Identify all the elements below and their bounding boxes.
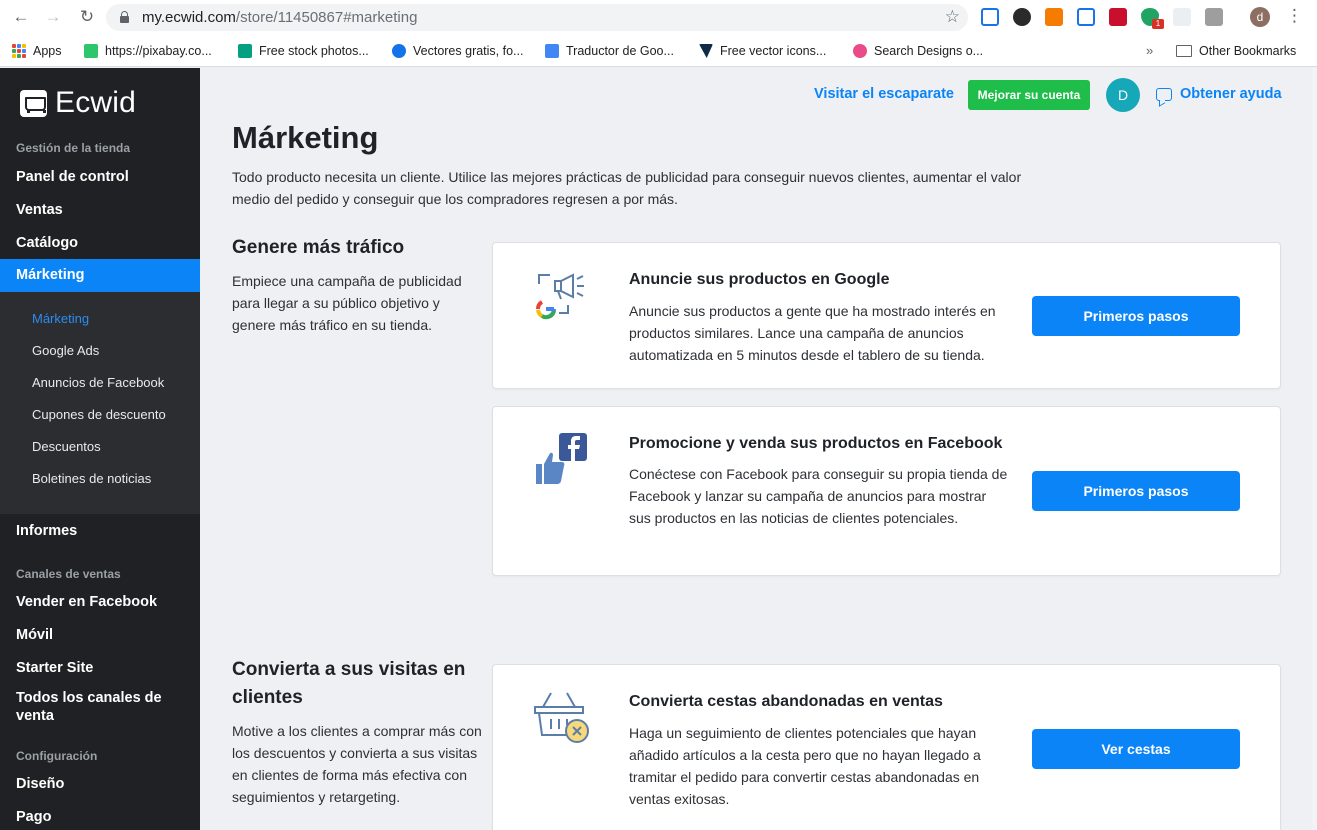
flaticon-icon: [699, 44, 713, 58]
abandoned-basket-icon: [534, 692, 589, 743]
bookmark-apps[interactable]: Apps: [12, 41, 62, 61]
get-started-google-button[interactable]: Primeros pasos: [1032, 296, 1240, 336]
submenu-item-discounts[interactable]: Descuentos: [32, 439, 101, 454]
sidebar-item-design[interactable]: Diseño: [0, 775, 200, 793]
extension-badge: 1: [1152, 19, 1164, 29]
section-description-convert: Motive a los clientes a comprar más con …: [232, 723, 482, 805]
section-title-sales-channels: Canales de ventas: [16, 567, 121, 581]
pixabay-icon: [84, 44, 98, 58]
upgrade-account-button[interactable]: Mejorar su cuenta: [968, 80, 1090, 110]
bookmark-pixabay[interactable]: https://pixabay.co...: [84, 41, 212, 61]
extension-translate-icon[interactable]: [1077, 8, 1095, 26]
sidebar-item-payment[interactable]: Pago: [0, 808, 200, 826]
card-title: Anuncie sus productos en Google: [629, 271, 890, 288]
sidebar-item-sell-on-facebook[interactable]: Vender en Facebook: [0, 593, 200, 611]
extension-s-icon[interactable]: [981, 8, 999, 26]
bookmarks-bar: Apps https://pixabay.co... Free stock ph…: [0, 35, 1317, 67]
sidebar-item-sales[interactable]: Ventas: [0, 201, 200, 219]
sidebar-item-dashboard[interactable]: Panel de control: [0, 168, 200, 186]
ecwid-logo[interactable]: Ecwid: [20, 86, 136, 120]
extension-puzzle-icon[interactable]: [1205, 8, 1223, 26]
submenu-item-newsletters[interactable]: Boletines de noticias: [32, 471, 151, 486]
browser-toolbar: ← → ↻ my.ecwid.com/store/11450867#market…: [0, 0, 1317, 35]
bookmark-star-icon[interactable]: ☆: [945, 7, 960, 27]
sidebar-item-mobile[interactable]: Móvil: [0, 626, 200, 644]
section-title-store-management: Gestión de la tienda: [16, 141, 131, 155]
sidebar: Ecwid Gestión de la tienda Panel de cont…: [0, 68, 200, 830]
page-description: Todo producto necesita un cliente. Utili…: [232, 169, 1022, 207]
bookmark-flaticon[interactable]: Free vector icons...: [699, 41, 826, 61]
sidebar-item-marketing[interactable]: Márketing: [0, 259, 200, 292]
account-avatar[interactable]: D: [1106, 78, 1140, 112]
profile-avatar[interactable]: d: [1250, 7, 1270, 27]
submenu-item-facebook-ads[interactable]: Anuncios de Facebook: [32, 375, 164, 390]
google-translate-icon: [545, 44, 559, 58]
back-arrow-icon[interactable]: ←: [10, 6, 32, 28]
submenu-item-marketing[interactable]: Márketing: [32, 311, 89, 326]
extension-k-icon[interactable]: [1013, 8, 1031, 26]
google-ads-icon: [535, 273, 584, 320]
card-google-ads: Anuncie sus productos en Google Anuncie …: [492, 242, 1281, 389]
bookmark-freepik[interactable]: Vectores gratis, fo...: [392, 41, 523, 61]
submenu-item-google-ads[interactable]: Google Ads: [32, 343, 99, 358]
section-title-convert: Convierta a sus visitas en clientes: [232, 659, 466, 708]
forward-arrow-icon[interactable]: →: [42, 6, 64, 28]
card-text: Haga un seguimiento de clientes potencia…: [629, 725, 981, 807]
bookmark-dribbble[interactable]: Search Designs o...: [853, 41, 983, 61]
get-started-facebook-button[interactable]: Primeros pasos: [1032, 471, 1240, 511]
lock-icon: [120, 11, 129, 23]
card-title: Promocione y venda sus productos en Face…: [629, 435, 1003, 452]
apps-grid-icon: [12, 44, 26, 58]
extension-mcafee-icon[interactable]: [1109, 8, 1127, 26]
chat-bubble-icon: [1156, 87, 1172, 101]
section-title-traffic: Genere más tráfico: [232, 237, 405, 258]
page-title: Márketing: [232, 120, 379, 155]
extension-grid-icon[interactable]: [1173, 8, 1191, 26]
sidebar-item-reports[interactable]: Informes: [0, 522, 200, 540]
view-carts-button[interactable]: Ver cestas: [1032, 729, 1240, 769]
extension-chart-icon[interactable]: [1045, 8, 1063, 26]
reload-icon[interactable]: ↻: [76, 6, 98, 28]
card-facebook: Promocione y venda sus productos en Face…: [492, 406, 1281, 576]
bookmark-pexels[interactable]: Free stock photos...: [238, 41, 369, 61]
freepik-icon: [392, 44, 406, 58]
card-title: Convierta cestas abandonadas en ventas: [629, 693, 943, 710]
url-text: my.ecwid.com/store/11450867#marketing: [142, 9, 418, 26]
sidebar-item-catalog[interactable]: Catálogo: [0, 234, 200, 252]
card-abandoned-carts: Convierta cestas abandonadas en ventas H…: [492, 664, 1281, 830]
card-text: Anuncie sus productos a gente que ha mos…: [629, 303, 996, 363]
facebook-like-icon: [536, 433, 587, 484]
get-help-link[interactable]: Obtener ayuda: [1156, 86, 1282, 102]
sidebar-item-starter-site[interactable]: Starter Site: [0, 659, 200, 677]
bookmark-translate[interactable]: Traductor de Goo...: [545, 41, 674, 61]
submenu-item-coupons[interactable]: Cupones de descuento: [32, 407, 166, 422]
page-scrollbar[interactable]: [1312, 68, 1317, 830]
card-text: Conéctese con Facebook para conseguir su…: [629, 466, 1008, 526]
dribbble-icon: [853, 44, 867, 58]
browser-menu-icon[interactable]: ⋮: [1286, 6, 1303, 26]
visit-storefront-link[interactable]: Visitar el escaparate: [814, 86, 954, 102]
other-bookmarks[interactable]: Other Bookmarks: [1176, 41, 1296, 61]
folder-icon: [1176, 45, 1192, 57]
section-title-settings: Configuración: [16, 749, 98, 763]
pexels-icon: [238, 44, 252, 58]
sidebar-item-all-channels[interactable]: Todos los canales de venta: [0, 689, 170, 725]
section-description-traffic: Empiece una campaña de publicidad para l…: [232, 273, 462, 333]
marketing-submenu: Márketing Google Ads Anuncios de Faceboo…: [0, 292, 200, 514]
cart-logo-icon: [20, 89, 47, 117]
address-bar[interactable]: my.ecwid.com/store/11450867#marketing ☆: [106, 4, 968, 31]
more-bookmarks-chevron-icon[interactable]: »: [1146, 43, 1153, 58]
